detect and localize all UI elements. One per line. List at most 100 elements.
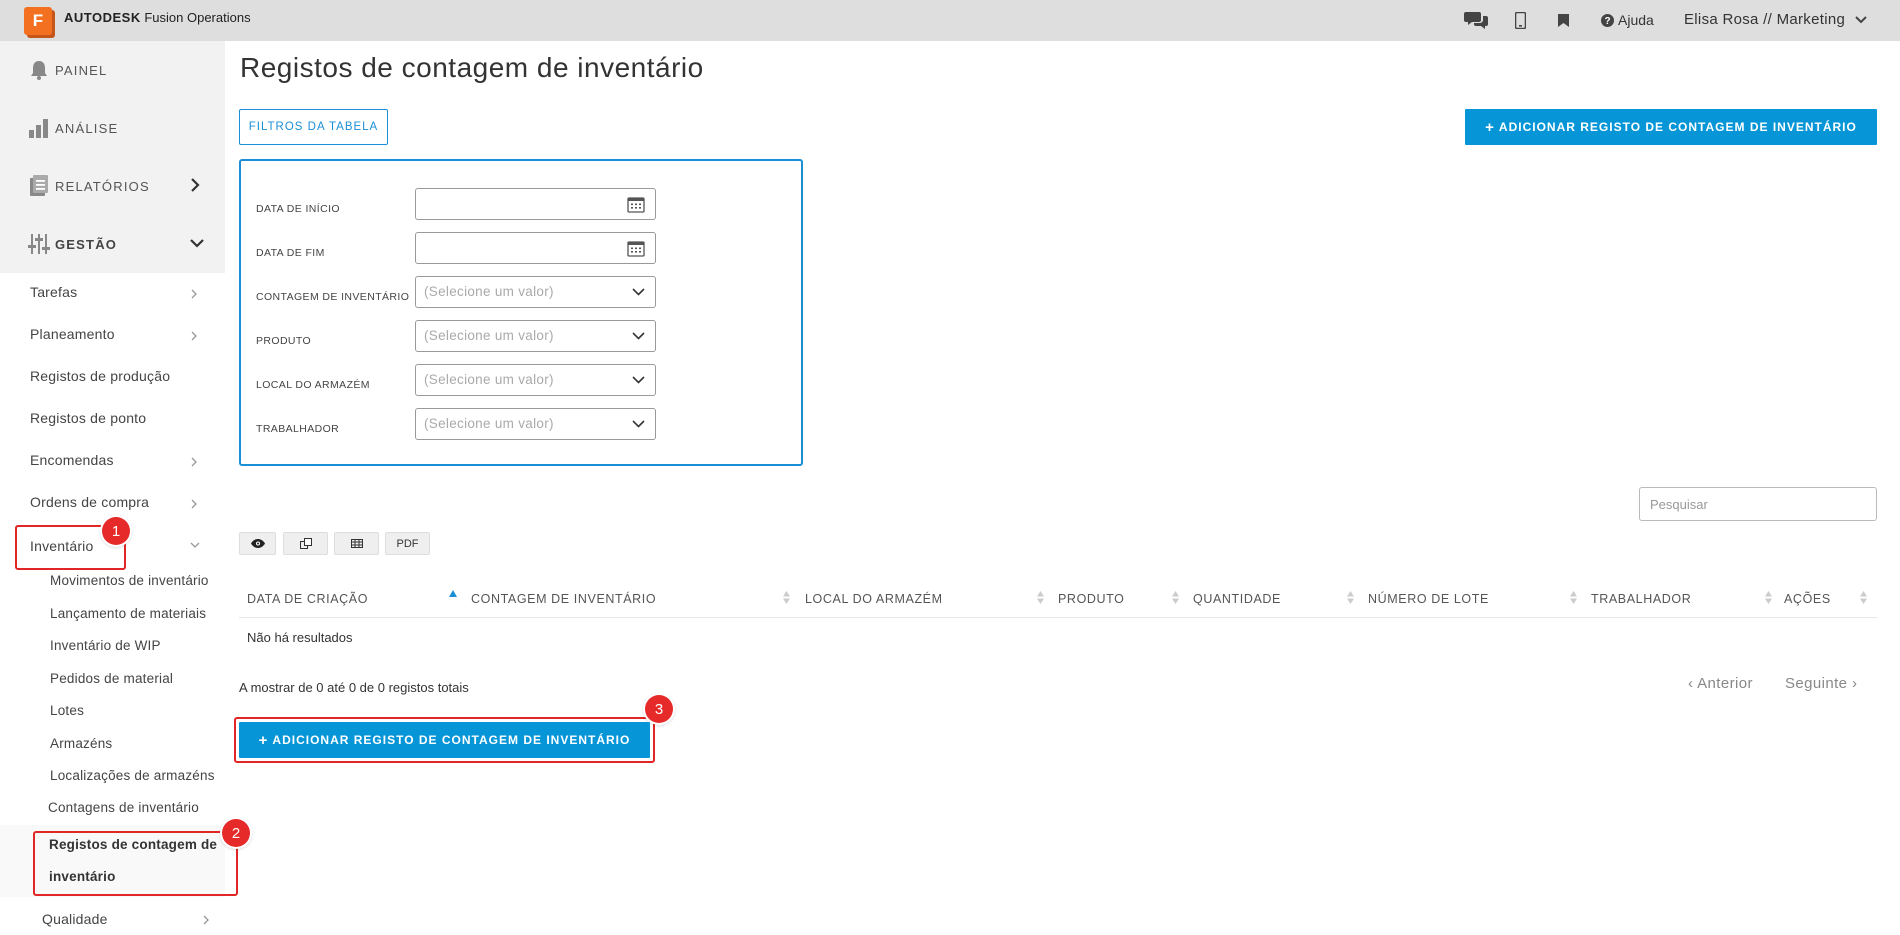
plus-icon: + [1485,118,1495,136]
end-date-field[interactable] [415,232,656,264]
excel-export-button[interactable] [334,532,379,555]
column-header-worker[interactable]: TRABALHADOR [1591,592,1691,606]
sidebar-item-qualidade[interactable]: Qualidade [42,911,108,927]
chevron-right-icon [203,915,209,925]
filter-label-start-date: DATA DE INÍCIO [256,203,340,215]
sidebar-item-wip[interactable]: Inventário de WIP [50,638,161,653]
sort-icon[interactable] [783,591,790,604]
top-bar: F AUTODESK Fusion Operations ? Ajuda Eli… [0,0,1900,41]
sidebar-item-lancamento[interactable]: Lançamento de materiais [50,606,206,621]
step-badge-3: 3 [645,695,673,723]
sort-icon[interactable] [1347,591,1354,604]
sort-icon[interactable] [1570,591,1577,604]
chevron-down-icon [190,542,200,548]
column-visibility-button[interactable] [239,532,276,555]
sidebar-item-tarefas[interactable]: Tarefas [30,284,77,300]
chat-icon[interactable] [1463,8,1489,32]
sort-icon[interactable] [1860,591,1867,604]
empty-table-message: Não há resultados [247,630,353,645]
sidebar-item-registos-ponto[interactable]: Registos de ponto [30,410,146,426]
product-select[interactable]: (Selecione um valor) [415,320,656,352]
filter-label-product: PRODUTO [256,335,312,347]
nav-relatorios[interactable]: RELATÓRIOS [0,157,225,215]
chevron-right-icon: › [1847,675,1858,692]
pdf-export-button[interactable]: PDF [385,532,430,555]
table-header-divider [239,617,1877,618]
chevron-right-icon [191,331,197,341]
chevron-right-icon [191,499,197,509]
sidebar-item-contagens[interactable]: Contagens de inventário [48,800,199,815]
document-icon [30,175,48,196]
sidebar-item-encomendas[interactable]: Encomendas [30,452,114,468]
step-badge-2: 2 [222,819,250,847]
sidebar-item-ordens-compra[interactable]: Ordens de compra [30,494,149,510]
inventory-count-select[interactable]: (Selecione um valor) [415,276,656,308]
chevron-right-icon [191,178,200,192]
filters-panel: DATA DE INÍCIO DATA DE FIM CONTAGEM DE I… [239,159,803,466]
user-menu[interactable]: Elisa Rosa // Marketing [1684,11,1867,28]
column-header-lot-number[interactable]: NÚMERO DE LOTE [1368,592,1489,606]
nav-painel[interactable]: PAINEL [0,41,225,99]
highlight-registos-contagem [33,831,238,896]
column-header-quantity[interactable]: QUANTIDADE [1193,592,1281,606]
sidebar-item-planeamento[interactable]: Planeamento [30,326,115,342]
column-header-inventory-count[interactable]: CONTAGEM DE INVENTÁRIO [471,592,656,606]
chevron-down-icon [632,288,645,296]
eye-icon [250,539,265,548]
worker-select[interactable]: (Selecione um valor) [415,408,656,440]
sort-icon[interactable] [1037,591,1044,604]
nav-gestao[interactable]: GESTÃO [0,215,225,273]
svg-text:?: ? [1604,16,1610,27]
chevron-down-icon [632,332,645,340]
bell-icon [31,61,47,80]
start-date-field[interactable] [415,188,656,220]
pagination-previous[interactable]: ‹ Anterior [1688,675,1753,692]
calendar-icon [627,241,645,257]
bookmark-icon[interactable] [1556,8,1570,32]
filter-label-warehouse-location: LOCAL DO ARMAZÉM [256,379,370,391]
filter-label-worker: TRABALHADOR [256,423,340,435]
add-record-button-top[interactable]: + ADICIONAR REGISTO DE CONTAGEM DE INVEN… [1465,109,1877,145]
pagination-next[interactable]: Seguinte › [1785,675,1857,692]
add-record-button-bottom[interactable]: + ADICIONAR REGISTO DE CONTAGEM DE INVEN… [239,722,650,758]
chevron-right-icon [191,457,197,467]
mobile-icon[interactable] [1512,8,1528,32]
plus-icon: + [258,731,269,749]
page-title: Registos de contagem de inventário [240,52,704,83]
sliders-icon [28,234,50,254]
help-link[interactable]: ? Ajuda [1601,12,1654,28]
sidebar-item-armazens[interactable]: Armazéns [50,736,112,751]
fusion-logo[interactable]: F [24,7,52,35]
sidebar-item-movimentos[interactable]: Movimentos de inventário [50,573,209,588]
sort-icon[interactable] [1765,591,1772,604]
warehouse-location-select[interactable]: (Selecione um valor) [415,364,656,396]
sort-asc-icon[interactable] [449,590,457,597]
filter-label-end-date: DATA DE FIM [256,247,325,259]
step-badge-1: 1 [102,517,130,545]
column-header-actions: AÇÕES [1784,592,1831,606]
search-input[interactable]: Pesquisar [1639,487,1877,521]
sidebar: PAINEL ANÁLISE RELATÓRIOS GESTÃO Tarefas… [0,41,225,935]
chevron-down-icon [190,239,204,248]
copy-button[interactable] [283,532,328,555]
sidebar-item-localizacoes[interactable]: Localizações de armazéns [50,768,215,783]
sidebar-item-pedidos[interactable]: Pedidos de material [50,671,173,686]
column-header-product[interactable]: PRODUTO [1058,592,1124,606]
chevron-down-icon [632,420,645,428]
copy-icon [299,538,312,549]
sidebar-item-lotes[interactable]: Lotes [50,703,84,718]
chevron-down-icon [1855,15,1867,23]
chevron-right-icon [191,289,197,299]
column-header-warehouse-location[interactable]: LOCAL DO ARMAZÉM [805,592,943,606]
filter-label-inventory-count: CONTAGEM DE INVENTÁRIO [256,291,410,303]
bar-chart-icon [29,119,48,138]
table-filters-button[interactable]: FILTROS DA TABELA [239,109,388,145]
brand-title: AUTODESK Fusion Operations [64,10,251,25]
sort-icon[interactable] [1172,591,1179,604]
calendar-icon [627,197,645,213]
question-icon: ? [1601,13,1614,27]
sidebar-item-registos-producao[interactable]: Registos de produção [30,368,170,384]
table-info: A mostrar de 0 até 0 de 0 registos totai… [239,680,469,695]
column-header-created[interactable]: DATA DE CRIAÇÃO [247,592,368,606]
nav-analise[interactable]: ANÁLISE [0,99,225,157]
